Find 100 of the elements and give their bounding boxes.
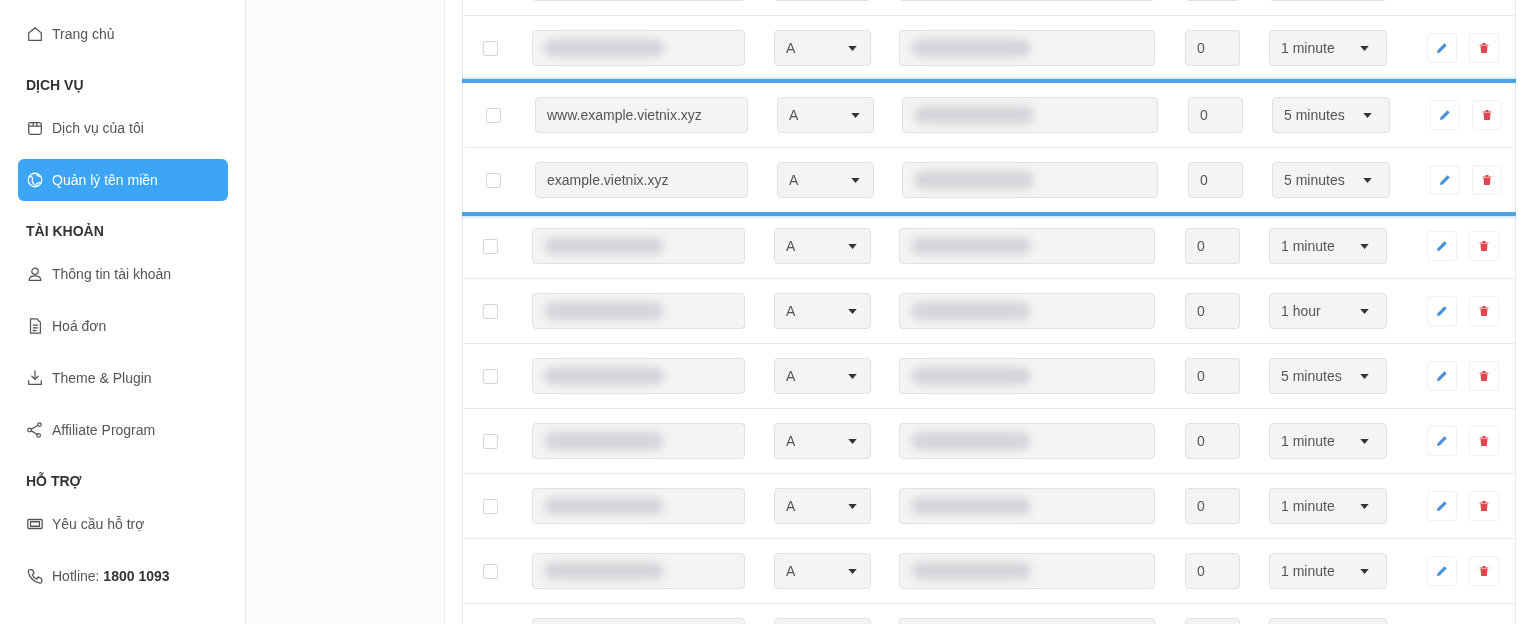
checkbox[interactable]: [483, 303, 498, 319]
sidebar-item[interactable]: Dịch vụ của tôi: [18, 107, 228, 149]
delete-button[interactable]: [1469, 231, 1499, 261]
priority-field[interactable]: 0: [1185, 553, 1240, 589]
trash-icon: [1478, 370, 1490, 382]
host-field[interactable]: [532, 30, 745, 66]
value-field[interactable]: [899, 293, 1155, 329]
host-field[interactable]: [532, 488, 745, 524]
host-field[interactable]: www.example.vietnix.xyz: [535, 97, 748, 133]
sidebar-item[interactable]: Thông tin tài khoản: [18, 253, 228, 295]
type-select[interactable]: A: [777, 162, 874, 198]
type-select[interactable]: A: [774, 488, 871, 524]
trash-icon: [1478, 240, 1490, 252]
phone-icon: [26, 567, 44, 585]
sidebar-item[interactable]: Yêu cầu hỗ trợ: [18, 503, 228, 545]
checkbox[interactable]: [483, 433, 498, 449]
delete-button[interactable]: [1469, 491, 1499, 521]
value-field[interactable]: [899, 488, 1155, 524]
priority-field[interactable]: 0: [1188, 97, 1243, 133]
caret-icon: [851, 177, 860, 183]
type-select[interactable]: A: [774, 358, 871, 394]
edit-button[interactable]: [1427, 491, 1457, 521]
caret-icon: [1360, 45, 1369, 51]
host-field[interactable]: [532, 293, 745, 329]
value-field[interactable]: [902, 97, 1158, 133]
edit-button[interactable]: [1427, 556, 1457, 586]
sidebar-item[interactable]: Theme & Plugin: [18, 357, 228, 399]
priority-field[interactable]: 0: [1185, 423, 1240, 459]
edit-button[interactable]: [1430, 165, 1460, 195]
home-icon: [26, 25, 44, 43]
delete-button[interactable]: [1469, 361, 1499, 391]
priority-field[interactable]: 0: [1185, 30, 1240, 66]
pencil-icon: [1436, 305, 1448, 317]
sidebar-item[interactable]: Hoá đơn: [18, 305, 228, 347]
sidebar-item[interactable]: Trang chủ: [18, 13, 228, 55]
type-select[interactable]: A: [774, 293, 871, 329]
value-field[interactable]: [902, 162, 1158, 198]
caret-icon: [1360, 373, 1369, 379]
ttl-select[interactable]: 5 minutes: [1272, 162, 1390, 198]
checkbox[interactable]: [483, 368, 498, 384]
ttl-select[interactable]: 5 minutes: [1272, 97, 1390, 133]
ttl-select[interactable]: 1 minute: [1269, 553, 1387, 589]
caret-icon: [1360, 308, 1369, 314]
checkbox[interactable]: [486, 107, 501, 123]
ttl-select[interactable]: 1 minute: [1269, 488, 1387, 524]
caret-icon: [848, 568, 857, 574]
caret-icon: [848, 438, 857, 444]
checkbox[interactable]: [486, 172, 501, 188]
trash-icon: [1478, 435, 1490, 447]
value-field[interactable]: [899, 228, 1155, 264]
checkbox[interactable]: [483, 238, 498, 254]
edit-button[interactable]: [1427, 33, 1457, 63]
delete-button[interactable]: [1469, 426, 1499, 456]
type-select[interactable]: A: [774, 30, 871, 66]
checkbox[interactable]: [483, 498, 498, 514]
delete-button[interactable]: [1469, 556, 1499, 586]
type-select[interactable]: A: [774, 228, 871, 264]
type-select[interactable]: A: [774, 553, 871, 589]
caret-icon: [848, 373, 857, 379]
ttl-select[interactable]: 1 minute: [1269, 30, 1387, 66]
priority-field[interactable]: 0: [1185, 358, 1240, 394]
host-field[interactable]: [532, 553, 745, 589]
ttl-select[interactable]: 1 minute: [1269, 423, 1387, 459]
host-field[interactable]: example.vietnix.xyz: [535, 162, 748, 198]
caret-icon: [848, 243, 857, 249]
checkbox[interactable]: [483, 563, 498, 579]
priority-field[interactable]: 0: [1185, 293, 1240, 329]
ttl-select[interactable]: 1 minute: [1269, 228, 1387, 264]
trash-icon: [1481, 174, 1493, 186]
value-field[interactable]: [899, 30, 1155, 66]
priority-field[interactable]: 0: [1185, 228, 1240, 264]
host-field[interactable]: [532, 423, 745, 459]
delete-button[interactable]: [1469, 296, 1499, 326]
user-icon: [26, 265, 44, 283]
ttl-select[interactable]: 1 hour: [1269, 293, 1387, 329]
sidebar-item[interactable]: Affiliate Program: [18, 409, 228, 451]
value-field[interactable]: [899, 423, 1155, 459]
ttl-select[interactable]: 5 minutes: [1269, 358, 1387, 394]
delete-button[interactable]: [1469, 33, 1499, 63]
section-heading: DỊCH VỤ: [25, 76, 85, 95]
type-select[interactable]: A: [774, 423, 871, 459]
value-field[interactable]: [899, 553, 1155, 589]
delete-button[interactable]: [1472, 165, 1502, 195]
edit-button[interactable]: [1430, 100, 1460, 130]
pencil-icon: [1439, 109, 1451, 121]
edit-button[interactable]: [1427, 231, 1457, 261]
edit-button[interactable]: [1427, 296, 1457, 326]
value-field[interactable]: [899, 358, 1155, 394]
host-field[interactable]: [532, 228, 745, 264]
priority-field[interactable]: 0: [1188, 162, 1243, 198]
checkbox[interactable]: [483, 40, 498, 56]
sidebar-item[interactable]: Hotline: 1800 1093: [18, 555, 228, 597]
edit-button[interactable]: [1427, 426, 1457, 456]
priority-field[interactable]: 0: [1185, 488, 1240, 524]
type-select[interactable]: A: [777, 97, 874, 133]
edit-button[interactable]: [1427, 361, 1457, 391]
delete-button[interactable]: [1472, 100, 1502, 130]
caret-icon: [1360, 568, 1369, 574]
trash-icon: [1478, 42, 1490, 54]
host-field[interactable]: [532, 358, 745, 394]
